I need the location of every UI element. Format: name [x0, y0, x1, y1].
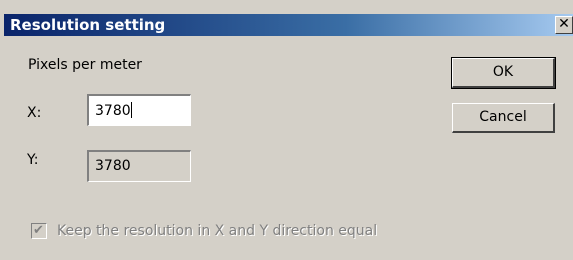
- title-bar[interactable]: Resolution setting ✕: [4, 14, 573, 36]
- close-button[interactable]: ✕: [555, 16, 573, 34]
- keep-equal-checkbox[interactable]: ✔: [31, 223, 47, 239]
- dialog-title: Resolution setting: [10, 16, 166, 34]
- keep-equal-label: Keep the resolution in X and Y direction…: [57, 223, 378, 239]
- ok-button[interactable]: OK: [451, 57, 556, 89]
- x-label: X:: [27, 105, 42, 121]
- close-icon: ✕: [558, 16, 570, 32]
- y-resolution-input[interactable]: 3780: [87, 150, 191, 182]
- pixels-per-meter-label: Pixels per meter: [28, 57, 142, 73]
- y-label: Y:: [27, 152, 39, 168]
- x-resolution-input[interactable]: 3780: [87, 94, 191, 126]
- text-caret: [130, 102, 132, 118]
- resolution-setting-dialog: Resolution setting ✕ Pixels per meter X:…: [0, 0, 573, 260]
- x-resolution-value: 3780: [95, 103, 131, 119]
- y-resolution-value: 3780: [95, 158, 131, 174]
- checkmark-icon: ✔: [33, 223, 44, 238]
- cancel-button[interactable]: Cancel: [452, 103, 555, 133]
